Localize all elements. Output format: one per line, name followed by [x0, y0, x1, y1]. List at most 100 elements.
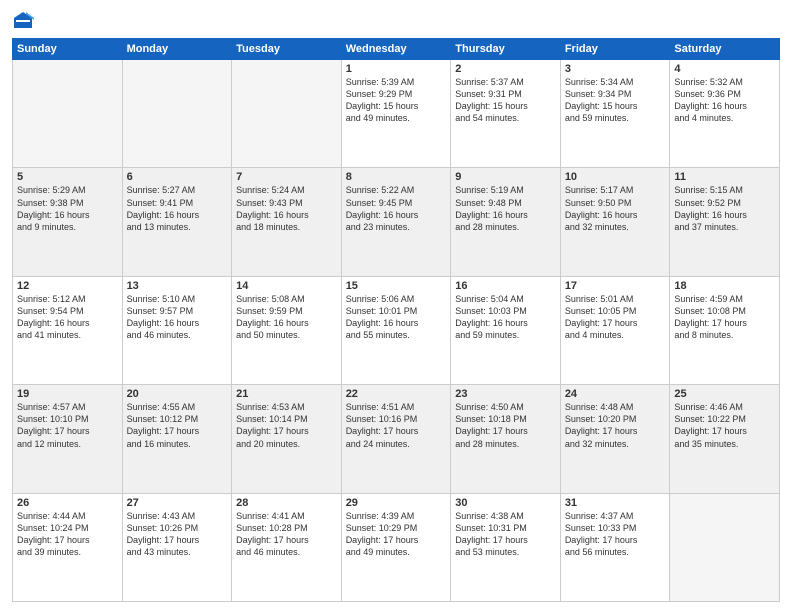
calendar-cell: 29Sunrise: 4:39 AMSunset: 10:29 PMDaylig… — [341, 493, 451, 601]
day-info: Sunrise: 4:44 AMSunset: 10:24 PMDaylight… — [17, 510, 118, 559]
calendar-cell: 17Sunrise: 5:01 AMSunset: 10:05 PMDaylig… — [560, 276, 670, 384]
day-header-wednesday: Wednesday — [341, 39, 451, 60]
day-info: Sunrise: 5:10 AMSunset: 9:57 PMDaylight:… — [127, 293, 228, 342]
day-info: Sunrise: 4:38 AMSunset: 10:31 PMDaylight… — [455, 510, 556, 559]
day-number: 19 — [17, 388, 118, 400]
day-header-monday: Monday — [122, 39, 232, 60]
calendar-cell: 16Sunrise: 5:04 AMSunset: 10:03 PMDaylig… — [451, 276, 561, 384]
day-info: Sunrise: 5:39 AMSunset: 9:29 PMDaylight:… — [346, 76, 447, 125]
day-number: 18 — [674, 280, 775, 292]
calendar-cell — [13, 60, 123, 168]
day-info: Sunrise: 5:32 AMSunset: 9:36 PMDaylight:… — [674, 76, 775, 125]
calendar-cell: 18Sunrise: 4:59 AMSunset: 10:08 PMDaylig… — [670, 276, 780, 384]
day-number: 7 — [236, 171, 337, 183]
day-info: Sunrise: 5:01 AMSunset: 10:05 PMDaylight… — [565, 293, 666, 342]
day-number: 22 — [346, 388, 447, 400]
day-number: 17 — [565, 280, 666, 292]
calendar-week-1: 1Sunrise: 5:39 AMSunset: 9:29 PMDaylight… — [13, 60, 780, 168]
day-info: Sunrise: 4:55 AMSunset: 10:12 PMDaylight… — [127, 401, 228, 450]
calendar-cell: 21Sunrise: 4:53 AMSunset: 10:14 PMDaylig… — [232, 385, 342, 493]
calendar-header-row: SundayMondayTuesdayWednesdayThursdayFrid… — [13, 39, 780, 60]
day-number: 16 — [455, 280, 556, 292]
calendar-cell: 31Sunrise: 4:37 AMSunset: 10:33 PMDaylig… — [560, 493, 670, 601]
day-number: 8 — [346, 171, 447, 183]
calendar-cell: 27Sunrise: 4:43 AMSunset: 10:26 PMDaylig… — [122, 493, 232, 601]
logo-icon — [12, 10, 34, 32]
calendar-cell: 13Sunrise: 5:10 AMSunset: 9:57 PMDayligh… — [122, 276, 232, 384]
day-info: Sunrise: 4:59 AMSunset: 10:08 PMDaylight… — [674, 293, 775, 342]
day-info: Sunrise: 4:39 AMSunset: 10:29 PMDaylight… — [346, 510, 447, 559]
calendar-cell: 19Sunrise: 4:57 AMSunset: 10:10 PMDaylig… — [13, 385, 123, 493]
calendar-cell: 28Sunrise: 4:41 AMSunset: 10:28 PMDaylig… — [232, 493, 342, 601]
day-info: Sunrise: 5:29 AMSunset: 9:38 PMDaylight:… — [17, 184, 118, 233]
day-number: 2 — [455, 63, 556, 75]
day-info: Sunrise: 4:41 AMSunset: 10:28 PMDaylight… — [236, 510, 337, 559]
day-number: 26 — [17, 497, 118, 509]
day-number: 13 — [127, 280, 228, 292]
calendar-cell: 3Sunrise: 5:34 AMSunset: 9:34 PMDaylight… — [560, 60, 670, 168]
calendar-cell: 22Sunrise: 4:51 AMSunset: 10:16 PMDaylig… — [341, 385, 451, 493]
day-number: 25 — [674, 388, 775, 400]
day-number: 23 — [455, 388, 556, 400]
calendar-cell: 15Sunrise: 5:06 AMSunset: 10:01 PMDaylig… — [341, 276, 451, 384]
calendar-cell: 9Sunrise: 5:19 AMSunset: 9:48 PMDaylight… — [451, 168, 561, 276]
calendar-cell: 24Sunrise: 4:48 AMSunset: 10:20 PMDaylig… — [560, 385, 670, 493]
calendar-week-3: 12Sunrise: 5:12 AMSunset: 9:54 PMDayligh… — [13, 276, 780, 384]
calendar-week-2: 5Sunrise: 5:29 AMSunset: 9:38 PMDaylight… — [13, 168, 780, 276]
day-info: Sunrise: 4:37 AMSunset: 10:33 PMDaylight… — [565, 510, 666, 559]
day-info: Sunrise: 4:53 AMSunset: 10:14 PMDaylight… — [236, 401, 337, 450]
day-info: Sunrise: 5:08 AMSunset: 9:59 PMDaylight:… — [236, 293, 337, 342]
calendar-cell: 6Sunrise: 5:27 AMSunset: 9:41 PMDaylight… — [122, 168, 232, 276]
calendar-week-5: 26Sunrise: 4:44 AMSunset: 10:24 PMDaylig… — [13, 493, 780, 601]
calendar-cell: 2Sunrise: 5:37 AMSunset: 9:31 PMDaylight… — [451, 60, 561, 168]
day-info: Sunrise: 4:57 AMSunset: 10:10 PMDaylight… — [17, 401, 118, 450]
day-info: Sunrise: 5:06 AMSunset: 10:01 PMDaylight… — [346, 293, 447, 342]
day-number: 20 — [127, 388, 228, 400]
day-number: 9 — [455, 171, 556, 183]
logo — [12, 10, 36, 32]
day-number: 28 — [236, 497, 337, 509]
day-info: Sunrise: 5:12 AMSunset: 9:54 PMDaylight:… — [17, 293, 118, 342]
day-info: Sunrise: 5:22 AMSunset: 9:45 PMDaylight:… — [346, 184, 447, 233]
day-info: Sunrise: 5:17 AMSunset: 9:50 PMDaylight:… — [565, 184, 666, 233]
day-header-thursday: Thursday — [451, 39, 561, 60]
day-number: 30 — [455, 497, 556, 509]
calendar-cell: 26Sunrise: 4:44 AMSunset: 10:24 PMDaylig… — [13, 493, 123, 601]
calendar-cell — [232, 60, 342, 168]
day-number: 4 — [674, 63, 775, 75]
calendar-cell: 10Sunrise: 5:17 AMSunset: 9:50 PMDayligh… — [560, 168, 670, 276]
day-number: 6 — [127, 171, 228, 183]
day-header-friday: Friday — [560, 39, 670, 60]
calendar-cell: 7Sunrise: 5:24 AMSunset: 9:43 PMDaylight… — [232, 168, 342, 276]
day-number: 21 — [236, 388, 337, 400]
day-header-saturday: Saturday — [670, 39, 780, 60]
day-info: Sunrise: 5:04 AMSunset: 10:03 PMDaylight… — [455, 293, 556, 342]
calendar-cell: 12Sunrise: 5:12 AMSunset: 9:54 PMDayligh… — [13, 276, 123, 384]
day-header-sunday: Sunday — [13, 39, 123, 60]
day-number: 14 — [236, 280, 337, 292]
day-info: Sunrise: 5:37 AMSunset: 9:31 PMDaylight:… — [455, 76, 556, 125]
page: SundayMondayTuesdayWednesdayThursdayFrid… — [0, 0, 792, 612]
calendar-cell: 4Sunrise: 5:32 AMSunset: 9:36 PMDaylight… — [670, 60, 780, 168]
day-info: Sunrise: 5:34 AMSunset: 9:34 PMDaylight:… — [565, 76, 666, 125]
day-info: Sunrise: 5:24 AMSunset: 9:43 PMDaylight:… — [236, 184, 337, 233]
day-number: 27 — [127, 497, 228, 509]
header — [12, 10, 780, 32]
day-number: 24 — [565, 388, 666, 400]
day-info: Sunrise: 5:27 AMSunset: 9:41 PMDaylight:… — [127, 184, 228, 233]
day-number: 10 — [565, 171, 666, 183]
calendar-cell: 14Sunrise: 5:08 AMSunset: 9:59 PMDayligh… — [232, 276, 342, 384]
calendar-cell: 8Sunrise: 5:22 AMSunset: 9:45 PMDaylight… — [341, 168, 451, 276]
day-number: 1 — [346, 63, 447, 75]
day-info: Sunrise: 4:51 AMSunset: 10:16 PMDaylight… — [346, 401, 447, 450]
day-number: 12 — [17, 280, 118, 292]
day-number: 3 — [565, 63, 666, 75]
day-header-tuesday: Tuesday — [232, 39, 342, 60]
calendar-cell — [670, 493, 780, 601]
calendar-cell: 25Sunrise: 4:46 AMSunset: 10:22 PMDaylig… — [670, 385, 780, 493]
calendar-cell: 23Sunrise: 4:50 AMSunset: 10:18 PMDaylig… — [451, 385, 561, 493]
calendar-cell — [122, 60, 232, 168]
day-number: 11 — [674, 171, 775, 183]
day-info: Sunrise: 4:43 AMSunset: 10:26 PMDaylight… — [127, 510, 228, 559]
calendar-cell: 30Sunrise: 4:38 AMSunset: 10:31 PMDaylig… — [451, 493, 561, 601]
